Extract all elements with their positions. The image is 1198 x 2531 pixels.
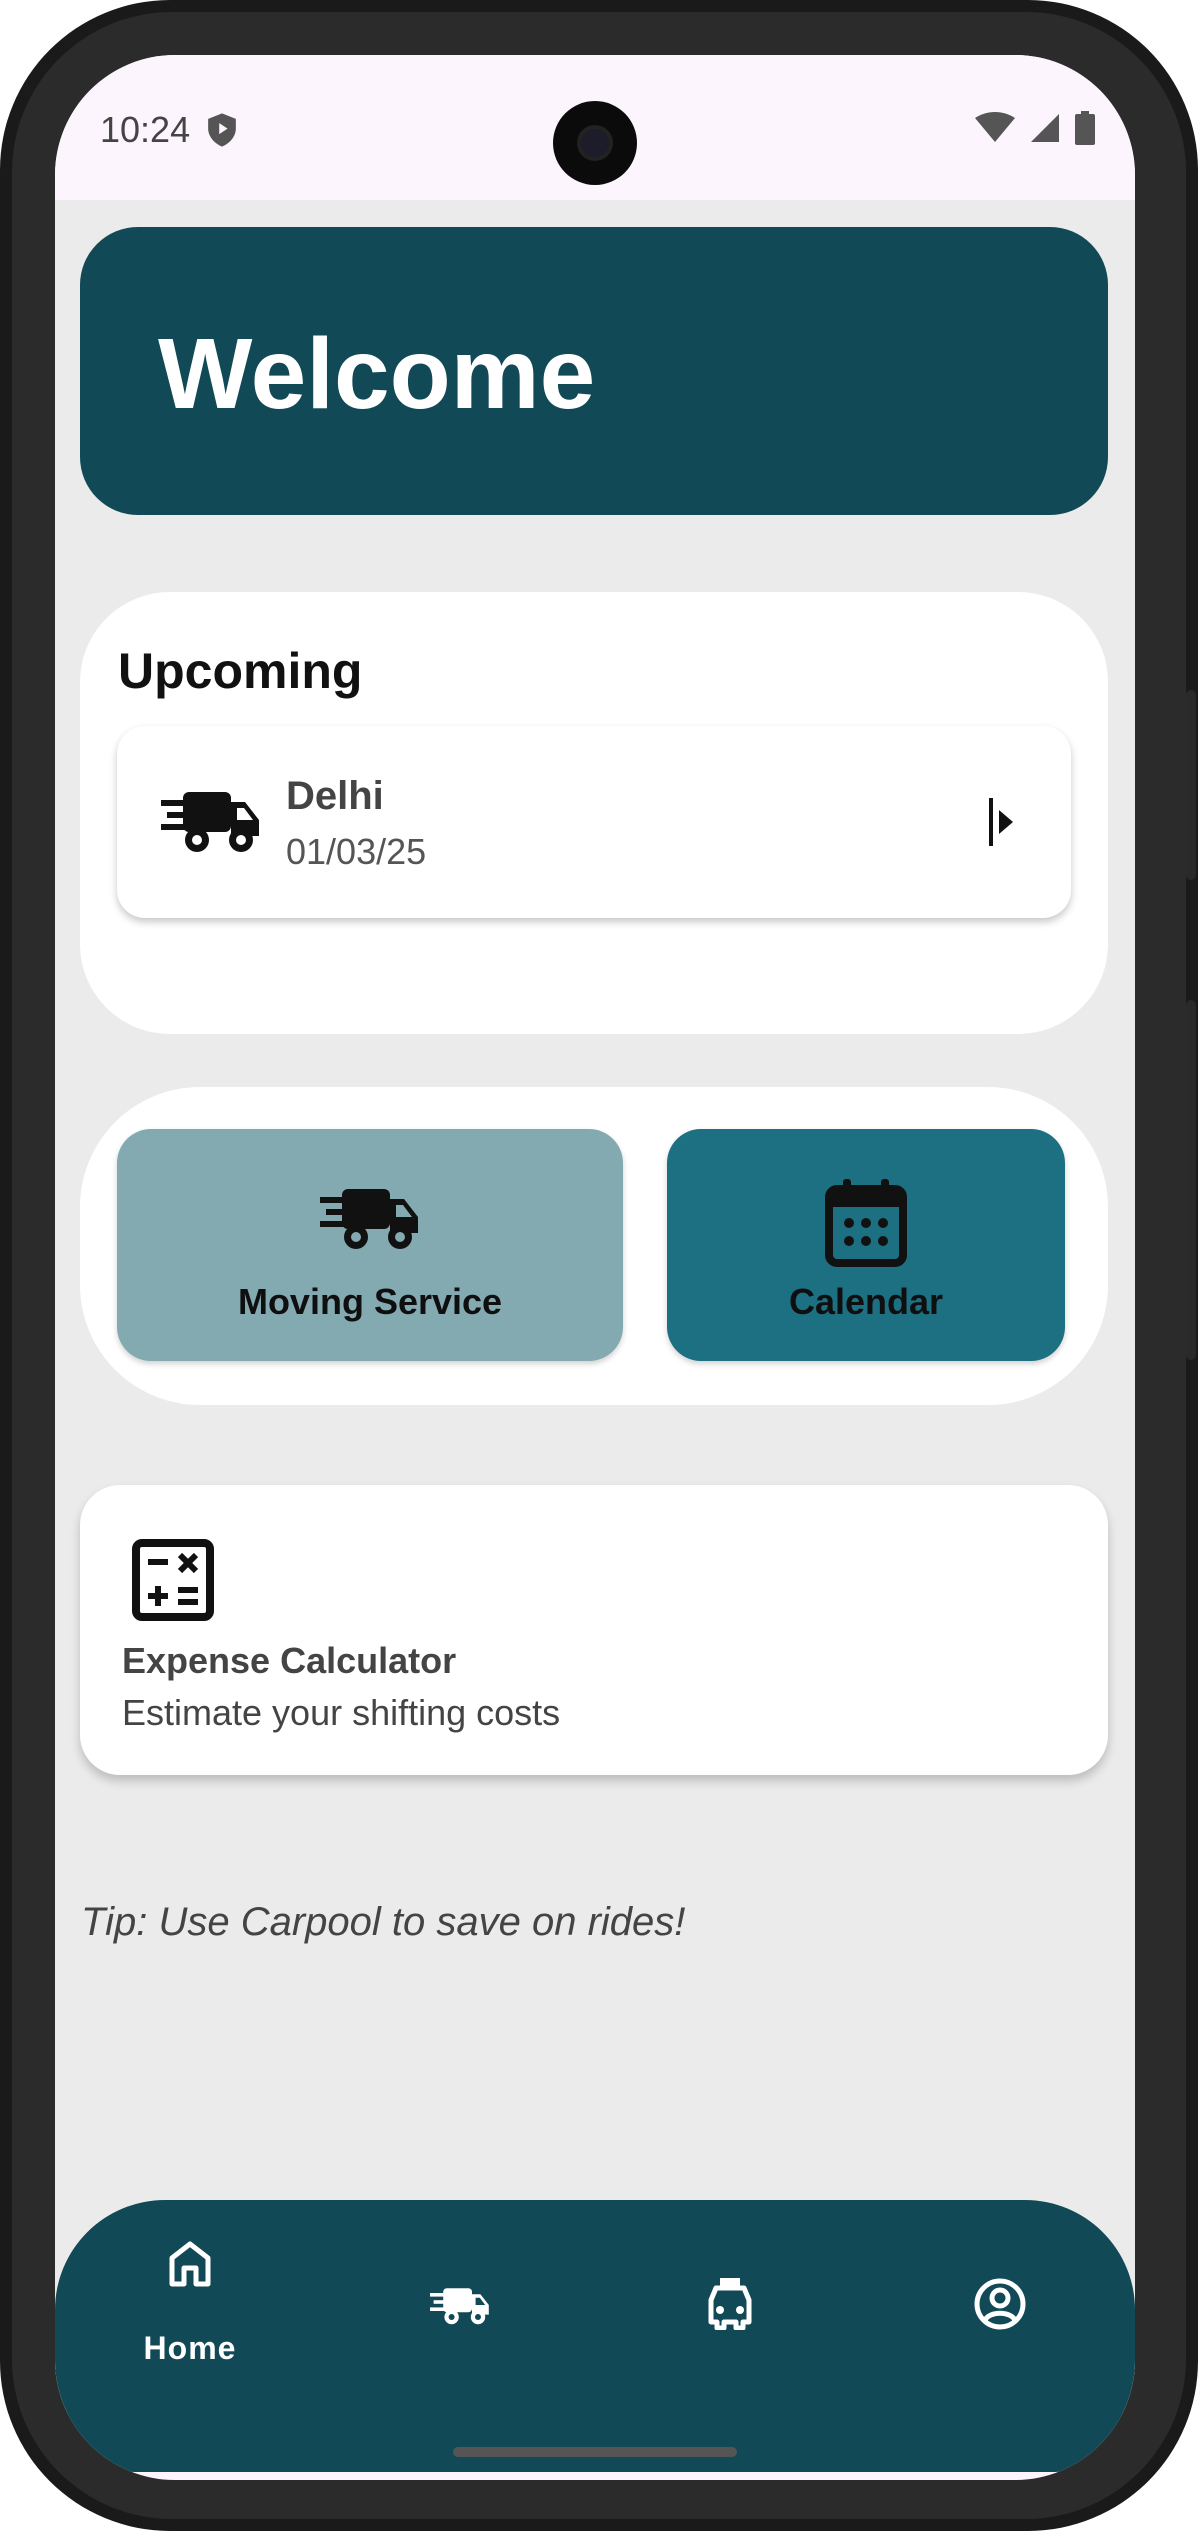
shield-icon <box>208 113 236 147</box>
volume-button <box>1186 1000 1196 1360</box>
nav-item-home[interactable]: Home <box>55 2200 325 2472</box>
trip-city: Delhi <box>286 774 384 818</box>
home-icon <box>169 2241 211 2287</box>
expense-subtitle: Estimate your shifting costs <box>122 1692 561 1733</box>
account-icon <box>974 2278 1026 2330</box>
nav-item-profile[interactable] <box>865 2200 1135 2472</box>
wifi-icon <box>975 112 1015 142</box>
bottom-navigation: Home <box>55 2200 1135 2472</box>
upcoming-trip-item[interactable]: Delhi 01/03/25 <box>117 726 1071 918</box>
quick-actions: Moving Service Calendar <box>80 1087 1108 1405</box>
truck-icon <box>161 792 259 852</box>
expense-title: Expense Calculator <box>122 1640 457 1681</box>
calendar-icon <box>825 1179 907 1267</box>
upcoming-section: Upcoming Delhi 01/03/25 <box>80 592 1108 1034</box>
welcome-banner: Welcome <box>80 227 1108 515</box>
truck-icon <box>320 1189 418 1249</box>
nav-item-taxi[interactable] <box>595 2200 865 2472</box>
screen: 10:24 Welcome Upcoming Delhi 01/03/25 Mo… <box>55 55 1135 2480</box>
upcoming-title: Upcoming <box>118 643 363 699</box>
status-bar: 10:24 <box>55 55 1135 200</box>
trip-date: 01/03/25 <box>286 831 427 872</box>
status-icons <box>975 111 1095 145</box>
calculator-icon <box>132 1539 214 1621</box>
truck-icon <box>430 2288 489 2325</box>
status-time: 10:24 <box>100 109 191 150</box>
front-camera <box>553 101 637 185</box>
expense-calculator-card[interactable]: Expense Calculator Estimate your shiftin… <box>80 1485 1108 1775</box>
chevron-right-icon[interactable] <box>987 796 1017 848</box>
app-content: Welcome Upcoming Delhi 01/03/25 Moving S… <box>55 200 1135 2472</box>
calendar-button[interactable]: Calendar <box>667 1129 1065 1361</box>
moving-service-label: Moving Service <box>237 1281 503 1322</box>
tip-text: Tip: Use Carpool to save on rides! <box>81 1900 686 1944</box>
nav-label-home: Home <box>143 2330 237 2366</box>
nav-item-moving[interactable] <box>325 2200 595 2472</box>
calendar-label: Calendar <box>788 1281 944 1322</box>
gesture-home-bar[interactable] <box>453 2447 737 2457</box>
power-button <box>1186 690 1196 880</box>
welcome-title: Welcome <box>158 318 596 430</box>
battery-icon <box>1075 111 1095 145</box>
signal-icon <box>1031 114 1059 142</box>
moving-service-button[interactable]: Moving Service <box>117 1129 623 1361</box>
taxi-icon <box>708 2278 752 2330</box>
